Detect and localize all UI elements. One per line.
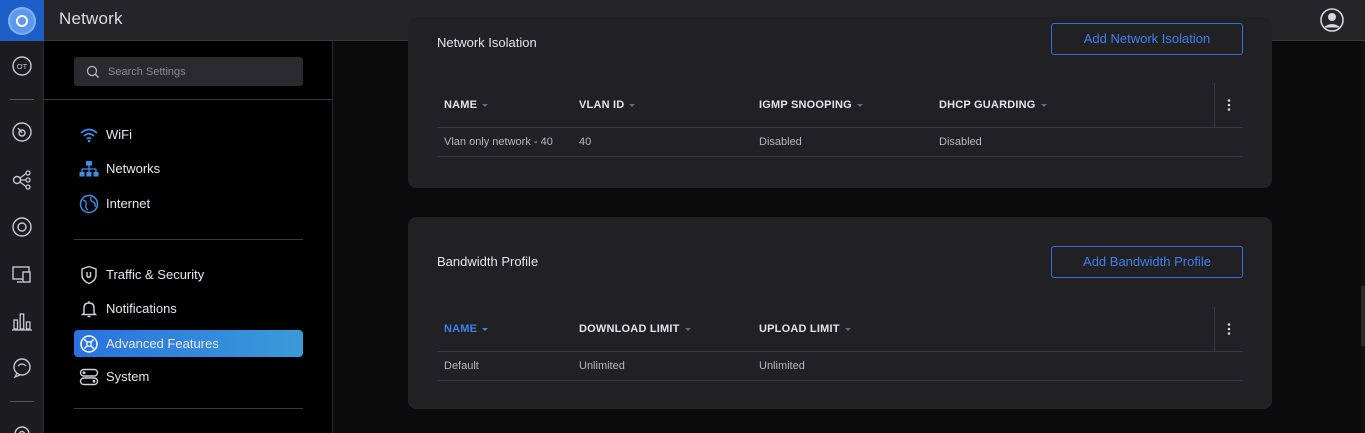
wifi-icon — [78, 125, 100, 145]
svg-text:OT: OT — [17, 62, 28, 71]
main-content: Network Isolation Add Network Isolation … — [333, 17, 1365, 433]
column-header-name[interactable]: NAME — [444, 323, 489, 335]
nav-item-label: Networks — [106, 161, 161, 176]
nav-item-label: WiFi — [106, 127, 132, 142]
table-row[interactable]: Vlan only network - 40 40 Disabled Disab… — [437, 128, 1243, 157]
clients-icon — [12, 266, 31, 283]
system-icon — [78, 367, 100, 387]
nav-item-advanced-features[interactable]: Advanced Features — [74, 330, 303, 357]
sort-caret-icon — [482, 327, 489, 331]
bandwidth-profile-card: Bandwidth Profile Add Bandwidth Profile … — [408, 217, 1272, 409]
ubiquiti-logo[interactable] — [0, 0, 44, 41]
insights-icon — [13, 358, 31, 379]
kebab-menu-icon — [1227, 99, 1231, 111]
network-isolation-card: Network Isolation Add Network Isolation … — [408, 17, 1272, 188]
rail-item-topology[interactable] — [9, 167, 35, 193]
nav-separator — [44, 99, 332, 100]
nav-separator — [74, 239, 303, 240]
column-header-name[interactable]: NAME — [444, 99, 489, 111]
rail-item-statistics[interactable] — [9, 308, 35, 334]
nav-item-label: Advanced Features — [106, 336, 219, 351]
search-box[interactable] — [74, 57, 303, 86]
column-header-download-limit[interactable]: DOWNLOAD LIMIT — [579, 323, 691, 335]
rail-item-devices[interactable] — [9, 214, 35, 240]
rail-item-dashboard[interactable] — [9, 119, 35, 145]
kebab-menu-icon — [1227, 323, 1231, 335]
sort-caret-icon — [482, 103, 489, 107]
table-header: NAME VLAN ID IGMP SNOOPING DHCP GUARDING — [437, 83, 1243, 128]
nav-item-system[interactable]: System — [74, 363, 303, 390]
ot-device-icon: OT — [12, 56, 32, 76]
shield-icon — [78, 265, 100, 285]
statistics-icon — [12, 313, 32, 331]
nav-item-label: Internet — [106, 196, 151, 211]
bandwidth-profile-table: NAME DOWNLOAD LIMIT UPLOAD LIMIT Default… — [437, 307, 1243, 381]
sort-caret-icon — [844, 327, 851, 331]
internet-globe-icon — [78, 194, 100, 214]
cell-download-limit: Unlimited — [579, 360, 625, 372]
column-options-button[interactable] — [1214, 83, 1243, 127]
user-avatar-icon — [1320, 8, 1344, 32]
sort-caret-icon — [684, 327, 691, 331]
rail-separator — [10, 401, 34, 402]
table-row[interactable]: Default Unlimited Unlimited — [437, 352, 1243, 381]
rail-item-insights[interactable] — [9, 355, 35, 381]
app-rail: OT — [0, 41, 44, 433]
nav-item-networks[interactable]: Networks — [74, 155, 303, 182]
nav-item-internet[interactable]: Internet — [74, 190, 303, 217]
nav-separator — [74, 408, 303, 409]
settings-icon — [14, 426, 30, 433]
scrollbar-track[interactable] — [1361, 41, 1365, 433]
nav-item-traffic-security[interactable]: Traffic & Security — [74, 261, 303, 288]
sort-caret-icon — [1040, 103, 1047, 107]
advanced-features-icon — [78, 334, 100, 354]
card-title: Network Isolation — [437, 35, 537, 50]
app-title: Network — [59, 9, 123, 28]
sort-caret-icon — [856, 103, 863, 107]
column-header-vlan-id[interactable]: VLAN ID — [579, 99, 636, 111]
search-icon — [86, 65, 99, 78]
search-input[interactable] — [108, 65, 298, 78]
nav-item-label: Notifications — [106, 301, 177, 316]
add-network-isolation-button[interactable]: Add Network Isolation — [1051, 23, 1243, 55]
add-bandwidth-profile-button[interactable]: Add Bandwidth Profile — [1051, 246, 1243, 278]
table-header: NAME DOWNLOAD LIMIT UPLOAD LIMIT — [437, 307, 1243, 352]
topology-icon — [12, 170, 31, 190]
nav-item-label: Traffic & Security — [106, 267, 205, 282]
network-isolation-table: NAME VLAN ID IGMP SNOOPING DHCP GUARDING… — [437, 83, 1243, 157]
rail-item-ot[interactable]: OT — [9, 53, 35, 79]
rail-separator — [10, 99, 34, 100]
cell-name: Default — [444, 360, 479, 372]
user-account-button[interactable] — [1319, 7, 1345, 33]
settings-nav: WiFi Networks Internet — [44, 41, 333, 433]
cell-igmp-snooping: Disabled — [759, 136, 802, 148]
rail-item-clients[interactable] — [9, 261, 35, 287]
sort-caret-icon — [629, 103, 636, 107]
scrollbar-thumb[interactable] — [1361, 286, 1365, 346]
column-header-upload-limit[interactable]: UPLOAD LIMIT — [759, 323, 851, 335]
logo-icon — [8, 6, 36, 35]
nav-item-label: System — [106, 369, 150, 384]
cell-name: Vlan only network - 40 — [444, 136, 553, 148]
cell-vlan-id: 40 — [579, 136, 592, 148]
nav-item-wifi[interactable]: WiFi — [74, 121, 303, 148]
column-header-dhcp-guarding[interactable]: DHCP GUARDING — [939, 99, 1047, 111]
cell-dhcp-guarding: Disabled — [939, 136, 982, 148]
cell-upload-limit: Unlimited — [759, 360, 805, 372]
devices-icon — [12, 217, 32, 237]
column-options-button[interactable] — [1214, 307, 1243, 351]
bell-icon — [78, 299, 100, 319]
column-header-igmp-snooping[interactable]: IGMP SNOOPING — [759, 99, 863, 111]
nav-item-notifications[interactable]: Notifications — [74, 295, 303, 322]
card-title: Bandwidth Profile — [437, 254, 539, 269]
rail-item-settings[interactable] — [9, 421, 35, 433]
dashboard-icon — [12, 122, 32, 142]
networks-icon — [78, 159, 100, 179]
